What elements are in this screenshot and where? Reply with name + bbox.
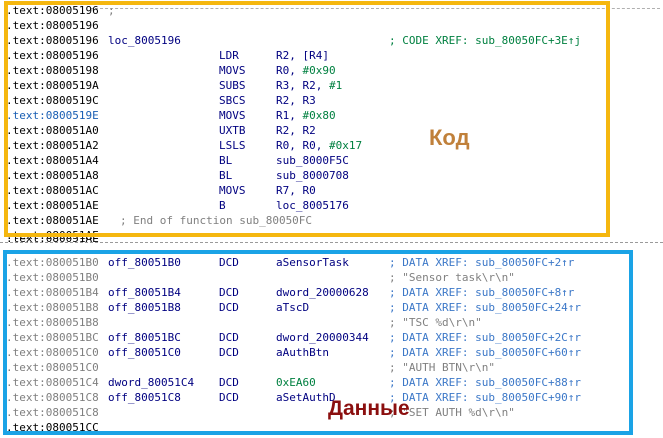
code-region-highlight <box>4 1 610 237</box>
row-address[interactable]: .text:080051AE <box>6 238 99 246</box>
partial-row: .text:080051AE <box>0 238 663 246</box>
data-region-label: Данные <box>328 397 410 420</box>
code-region-label: Код <box>429 125 470 151</box>
data-region-highlight <box>3 250 633 435</box>
disassembly-listing: .text:08005196; .text:08005196 .text:08005… <box>0 0 663 438</box>
